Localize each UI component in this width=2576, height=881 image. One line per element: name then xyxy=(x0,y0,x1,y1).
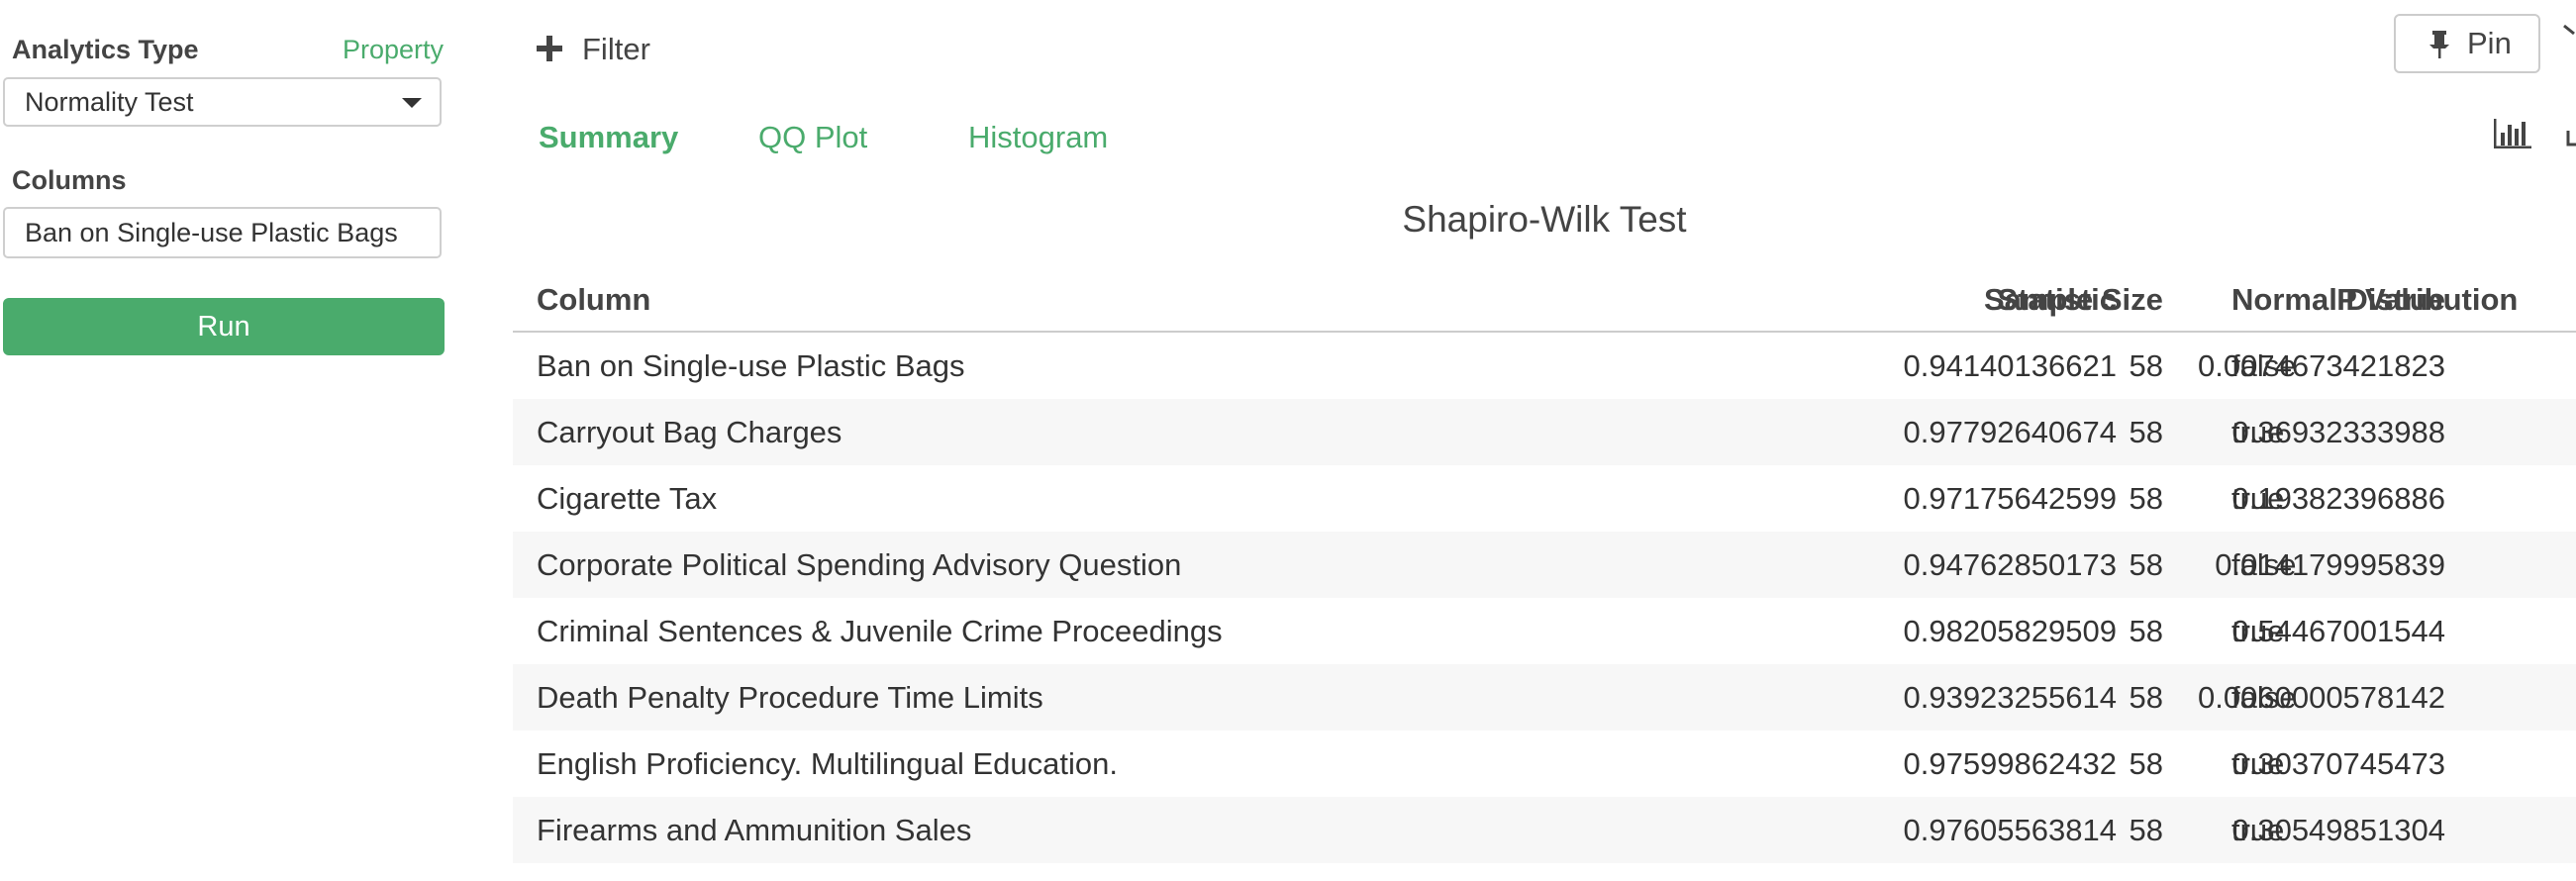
table-row: Death Penalty Procedure Time Limits 0.93… xyxy=(513,664,2576,731)
plus-icon xyxy=(537,36,562,61)
cell-sample-size: 58 xyxy=(2129,746,2163,781)
cell-column: English Proficiency. Multilingual Educat… xyxy=(537,746,1119,781)
cell-sample-size: 58 xyxy=(2129,547,2163,582)
cell-sample-size: 58 xyxy=(2129,614,2163,648)
cell-sample-size: 58 xyxy=(2129,680,2163,715)
results-table: Column Statistic P Value Sample Size Nor… xyxy=(513,269,2576,863)
analytics-type-label: Analytics Type xyxy=(12,35,199,64)
table-row: English Proficiency. Multilingual Educat… xyxy=(513,731,2576,797)
table-row: Corporate Political Spending Advisory Qu… xyxy=(513,532,2576,598)
bar-chart-icon[interactable] xyxy=(2493,117,2532,150)
columns-value: Ban on Single-use Plastic Bags xyxy=(25,218,398,247)
pin-button[interactable]: Pin xyxy=(2394,14,2540,73)
cell-statistic: 0.93923255614 xyxy=(1903,680,2117,715)
partial-edge-icon xyxy=(2563,24,2575,36)
table-title: Shapiro-Wilk Test xyxy=(1402,199,1687,240)
tab-qq-plot[interactable]: QQ Plot xyxy=(758,113,867,162)
cell-column: Death Penalty Procedure Time Limits xyxy=(537,680,1043,715)
cell-column: Corporate Political Spending Advisory Qu… xyxy=(537,547,1182,582)
caret-down-icon xyxy=(402,98,422,108)
partial-edge-icon xyxy=(2566,131,2576,147)
cell-statistic: 0.98205829509 xyxy=(1903,614,2117,648)
cell-statistic: 0.97175642599 xyxy=(1903,481,2117,516)
run-button[interactable]: Run xyxy=(3,298,445,355)
main-panel: Filter Pin Summary QQ Plot Histogram Sha… xyxy=(513,0,2576,881)
cell-sample-size: 58 xyxy=(2129,813,2163,847)
cell-statistic: 0.94762850173 xyxy=(1903,547,2117,582)
cell-normal: false xyxy=(2231,680,2297,715)
cell-sample-size: 58 xyxy=(2129,481,2163,516)
cell-statistic: 0.97599862432 xyxy=(1903,746,2117,781)
table-row: Carryout Bag Charges 0.97792640674 0.369… xyxy=(513,399,2576,465)
table-row: Ban on Single-use Plastic Bags 0.9414013… xyxy=(513,333,2576,399)
cell-column: Carryout Bag Charges xyxy=(537,415,842,449)
cell-sample-size: 58 xyxy=(2129,415,2163,449)
cell-normal: true xyxy=(2231,746,2285,781)
analytics-type-value: Normality Test xyxy=(25,87,194,117)
tab-histogram[interactable]: Histogram xyxy=(968,113,1108,162)
header-normal-distribution[interactable]: Normal Distribution xyxy=(2231,269,2518,331)
pin-label: Pin xyxy=(2467,26,2512,60)
header-column[interactable]: Column xyxy=(537,269,650,331)
cell-statistic: 0.94140136621 xyxy=(1903,348,2117,383)
cell-normal: true xyxy=(2231,415,2285,449)
left-panel: Analytics Type Property Normality Test C… xyxy=(0,0,455,881)
columns-label: Columns xyxy=(12,165,127,195)
analytics-type-header: Analytics Type Property xyxy=(12,30,444,69)
table-row: Criminal Sentences & Juvenile Crime Proc… xyxy=(513,598,2576,664)
table-row: Cigarette Tax 0.97175642599 0.1938239688… xyxy=(513,465,2576,532)
tab-summary[interactable]: Summary xyxy=(539,113,678,162)
cell-normal: true xyxy=(2231,614,2285,648)
cell-column: Ban on Single-use Plastic Bags xyxy=(537,348,965,383)
columns-input[interactable]: Ban on Single-use Plastic Bags xyxy=(3,207,442,258)
cell-sample-size: 58 xyxy=(2129,348,2163,383)
property-link[interactable]: Property xyxy=(343,30,444,69)
filter-label: Filter xyxy=(582,32,650,66)
cell-column: Cigarette Tax xyxy=(537,481,718,516)
cell-normal: true xyxy=(2231,813,2285,847)
header-sample-size[interactable]: Sample Size xyxy=(1984,269,2163,331)
cell-statistic: 0.97792640674 xyxy=(1903,415,2117,449)
pin-icon xyxy=(2429,31,2449,58)
cell-normal: true xyxy=(2231,481,2285,516)
cell-normal: false xyxy=(2231,547,2297,582)
table-header: Column Statistic P Value Sample Size Nor… xyxy=(513,269,2576,333)
cell-column: Criminal Sentences & Juvenile Crime Proc… xyxy=(537,614,1223,648)
cell-normal: false xyxy=(2231,348,2297,383)
analytics-type-select[interactable]: Normality Test xyxy=(3,77,442,127)
table-row: Firearms and Ammunition Sales 0.97605563… xyxy=(513,797,2576,863)
cell-column: Firearms and Ammunition Sales xyxy=(537,813,972,847)
cell-statistic: 0.97605563814 xyxy=(1903,813,2117,847)
